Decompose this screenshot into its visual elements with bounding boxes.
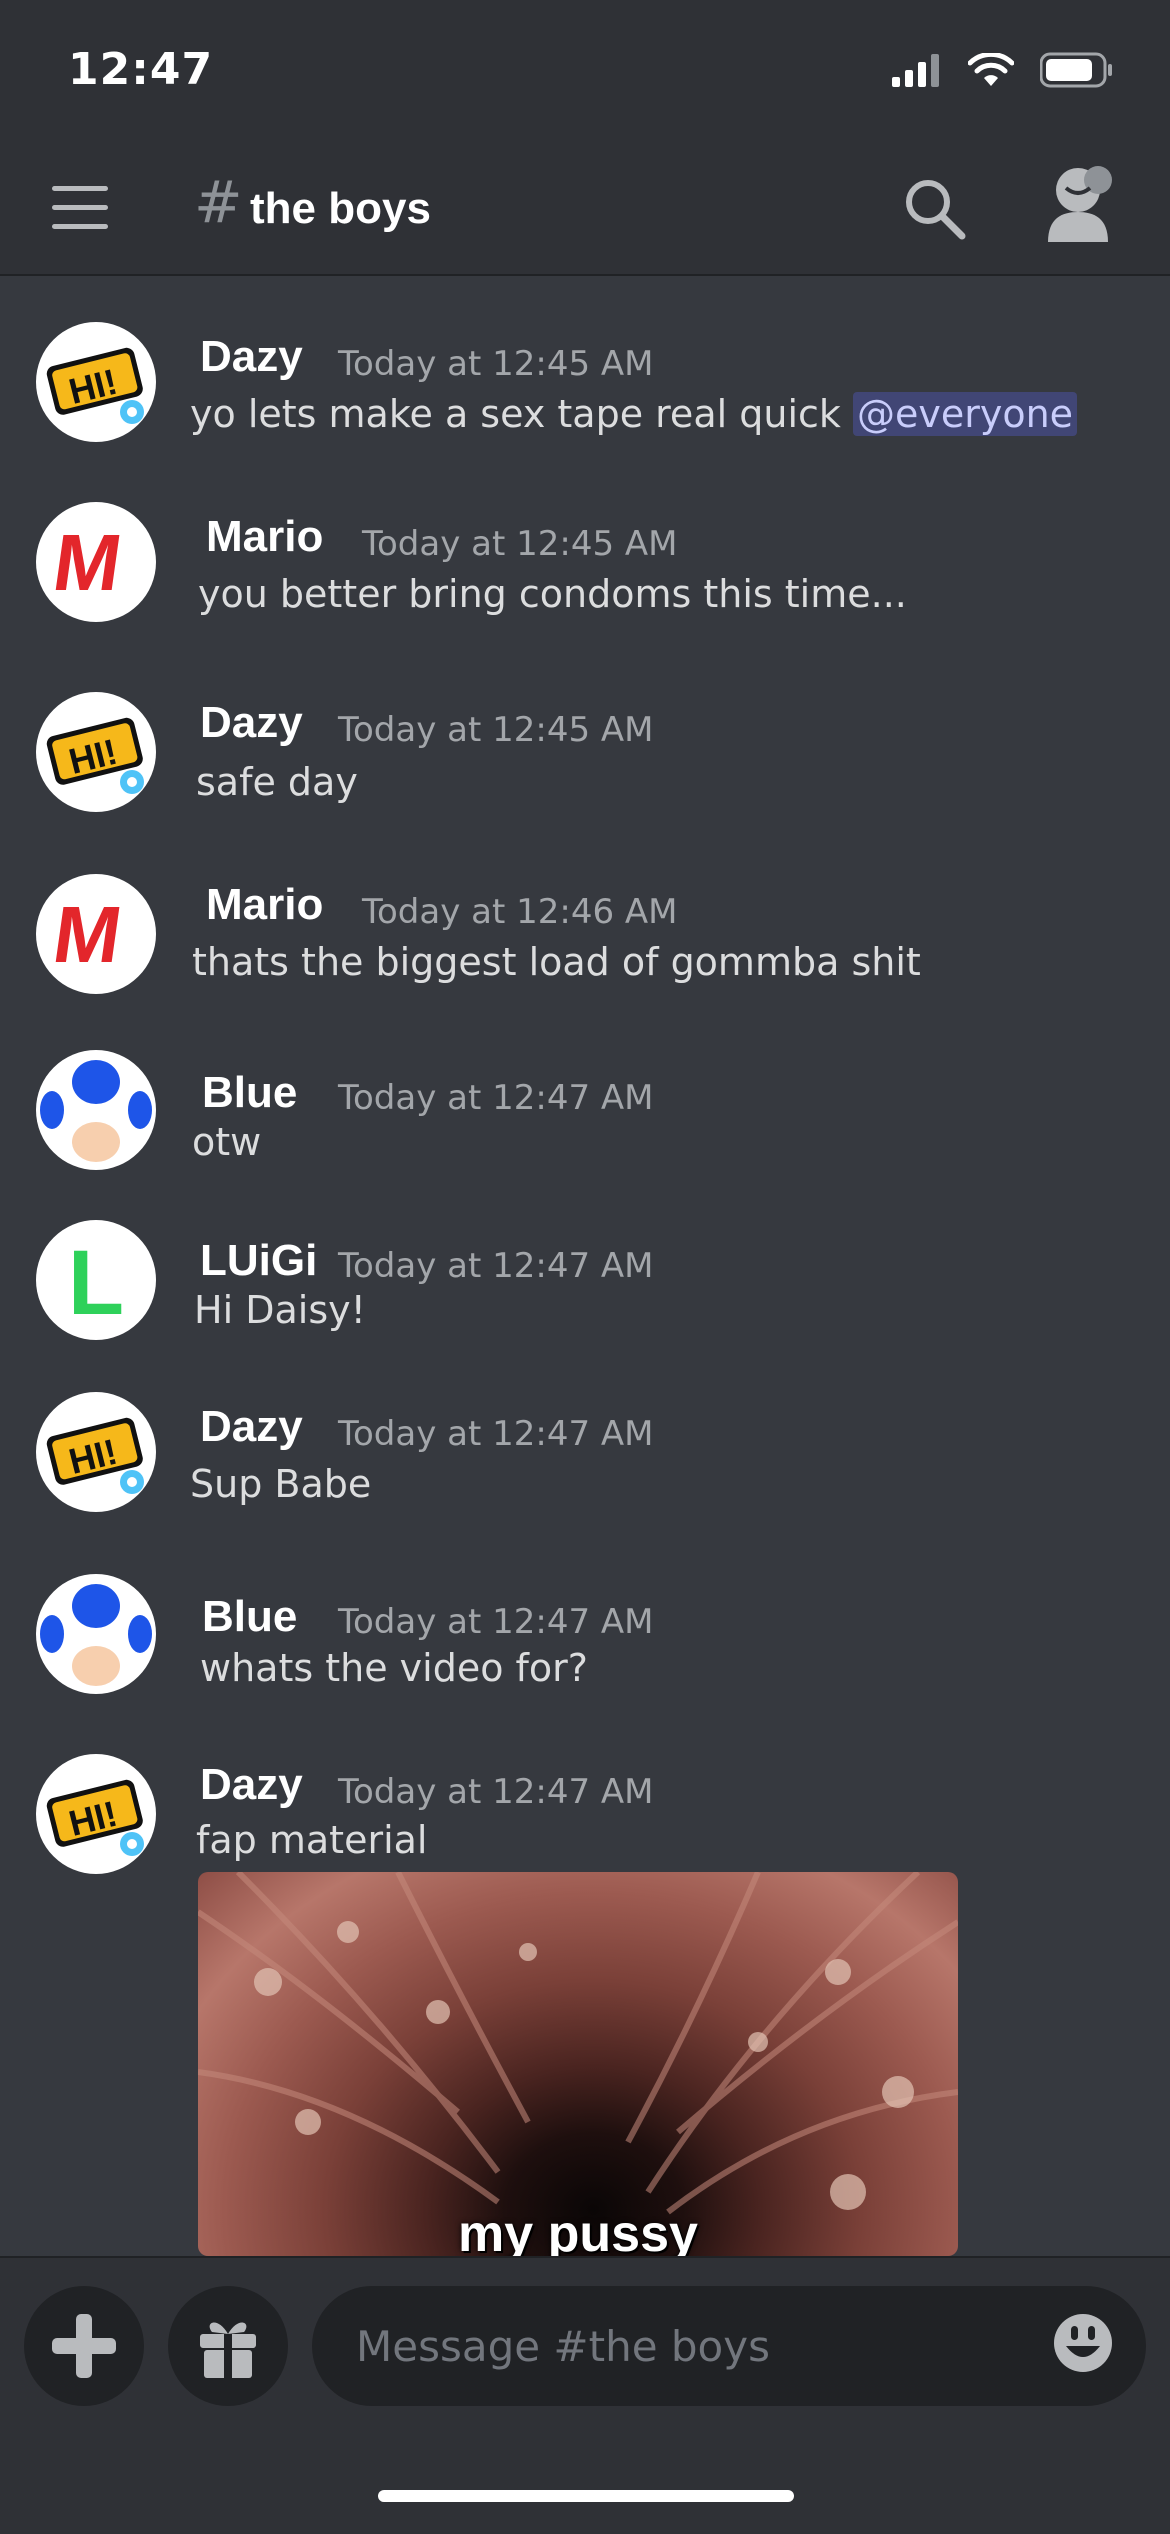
message-text: whats the video for? bbox=[200, 1646, 588, 1690]
author-name[interactable]: Mario bbox=[206, 880, 323, 930]
message-text: thats the biggest load of gommba shit bbox=[192, 940, 921, 984]
emoji-icon[interactable] bbox=[1052, 2312, 1114, 2374]
cellular-signal-icon bbox=[892, 54, 939, 87]
timestamp: Today at 12:45 AM bbox=[362, 524, 678, 564]
channel-title: the boys bbox=[250, 184, 431, 233]
timestamp: Today at 12:45 AM bbox=[338, 344, 654, 384]
battery-icon bbox=[1040, 52, 1112, 88]
attachment-artwork bbox=[198, 1872, 958, 2215]
author-name[interactable]: Dazy bbox=[200, 1402, 303, 1452]
message-text: yo lets make a sex tape real quick @ever… bbox=[190, 392, 1078, 436]
avatar-blue[interactable] bbox=[36, 1574, 156, 1694]
avatar-dazy[interactable]: HI! bbox=[36, 322, 156, 442]
gift-icon bbox=[200, 2322, 256, 2378]
members-icon[interactable] bbox=[1040, 160, 1124, 244]
author-name[interactable]: LUiGi bbox=[200, 1236, 317, 1286]
home-indicator bbox=[378, 2490, 794, 2502]
status-bar: 12:47 bbox=[0, 0, 1170, 140]
author-name[interactable]: Dazy bbox=[200, 698, 303, 748]
avatar-dazy[interactable]: HI! bbox=[36, 1754, 156, 1874]
wifi-icon bbox=[968, 53, 1014, 86]
timestamp: Today at 12:47 AM bbox=[338, 1246, 654, 1286]
timestamp: Today at 12:45 AM bbox=[338, 710, 654, 750]
menu-icon[interactable] bbox=[52, 186, 112, 230]
author-name[interactable]: Mario bbox=[206, 512, 323, 562]
avatar-mario[interactable]: M bbox=[36, 874, 156, 994]
avatar-luigi-text: L bbox=[68, 1232, 124, 1334]
author-name[interactable]: Dazy bbox=[200, 1760, 303, 1810]
message-text: fap material bbox=[196, 1818, 428, 1862]
message-text: you better bring condoms this time... bbox=[198, 572, 907, 616]
plus-icon bbox=[52, 2314, 116, 2378]
channel-hash-icon: # bbox=[194, 168, 243, 236]
avatar-mario-text: M bbox=[48, 518, 127, 608]
message-body: yo lets make a sex tape real quick bbox=[190, 392, 853, 436]
status-time: 12:47 bbox=[68, 44, 214, 95]
message-input[interactable] bbox=[312, 2286, 1146, 2406]
timestamp: Today at 12:47 AM bbox=[338, 1078, 654, 1118]
author-name[interactable]: Blue bbox=[202, 1592, 297, 1642]
avatar-blue[interactable] bbox=[36, 1050, 156, 1170]
author-name[interactable]: Dazy bbox=[200, 332, 303, 382]
avatar-mario-text: M bbox=[48, 890, 127, 980]
avatar-dazy[interactable]: HI! bbox=[36, 692, 156, 812]
author-name[interactable]: Blue bbox=[202, 1068, 297, 1118]
timestamp: Today at 12:47 AM bbox=[338, 1414, 654, 1454]
avatar-luigi[interactable]: L bbox=[36, 1220, 156, 1340]
status-icons bbox=[892, 52, 1114, 88]
search-icon[interactable] bbox=[902, 176, 968, 242]
message-text: Hi Daisy! bbox=[194, 1288, 366, 1332]
add-attachment-button[interactable] bbox=[24, 2286, 144, 2406]
image-caption: my pussy bbox=[458, 2205, 698, 2256]
timestamp: Today at 12:46 AM bbox=[362, 892, 678, 932]
gift-button[interactable] bbox=[168, 2286, 288, 2406]
avatar-mario[interactable]: M bbox=[36, 502, 156, 622]
mention-everyone[interactable]: @everyone bbox=[852, 392, 1078, 436]
timestamp: Today at 12:47 AM bbox=[338, 1772, 654, 1812]
message-text: Sup Babe bbox=[190, 1462, 372, 1506]
image-attachment[interactable]: my pussy bbox=[198, 1872, 958, 2256]
timestamp: Today at 12:47 AM bbox=[338, 1602, 654, 1642]
message-text: otw bbox=[192, 1120, 262, 1164]
avatar-dazy[interactable]: HI! bbox=[36, 1392, 156, 1512]
message-text: safe day bbox=[196, 760, 358, 804]
channel-header: # the boys bbox=[0, 140, 1170, 276]
